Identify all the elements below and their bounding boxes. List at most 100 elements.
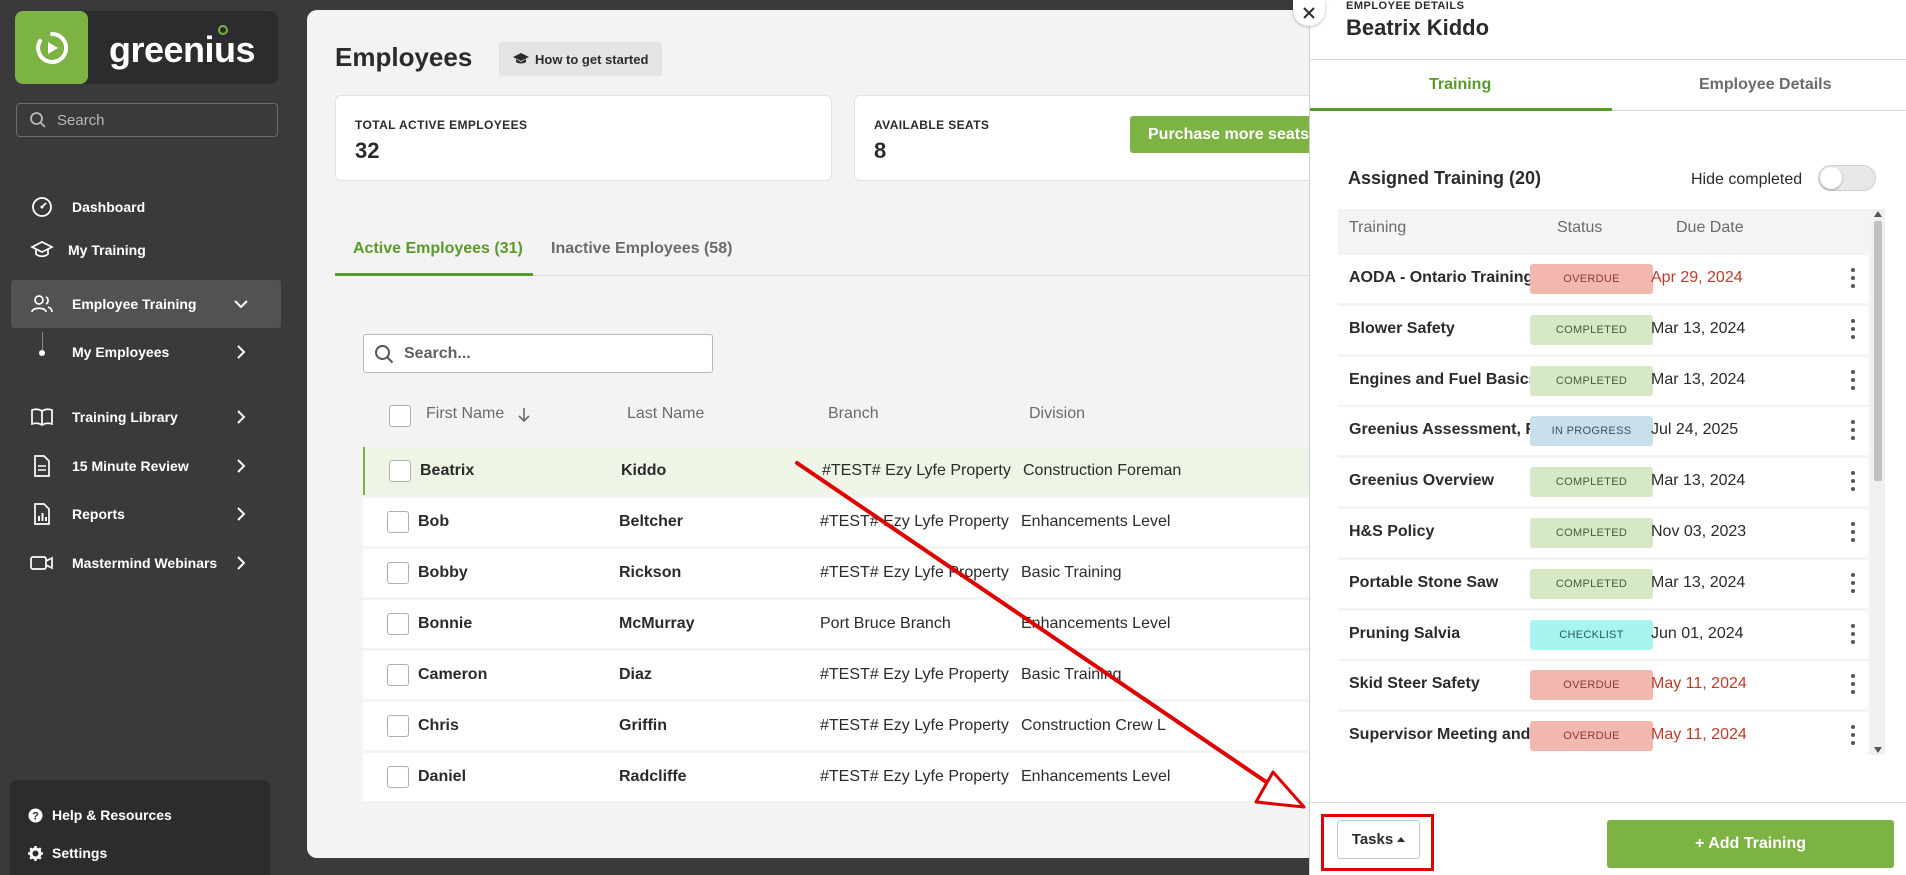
training-row[interactable]: Greenius Overview COMPLETED Mar 13, 2024 <box>1338 458 1868 506</box>
table-row[interactable]: Bobby Rickson #TEST# Ezy Lyfe Property Basi… <box>363 549 1317 597</box>
sidebar-item-my-training[interactable]: My Training <box>0 226 280 274</box>
table-row[interactable]: Bonnie McMurray Port Bruce Branch Enhanceme… <box>363 600 1317 648</box>
employee-table-header: First Name Last Name Branch Division <box>363 393 1317 431</box>
row-checkbox[interactable] <box>387 613 409 635</box>
sidebar-item-label: Dashboard <box>72 199 146 215</box>
hide-completed-toggle[interactable] <box>1818 165 1876 191</box>
sidebar-item-mastermind-webinars[interactable]: Mastermind Webinars <box>0 539 280 587</box>
training-row[interactable]: Portable Stone Saw COMPLETED Mar 13, 2024 <box>1338 560 1868 608</box>
scroll-down-icon[interactable] <box>1874 747 1882 753</box>
sidebar-search-input[interactable]: Search <box>16 103 278 137</box>
more-options-icon[interactable] <box>1850 268 1856 288</box>
how-to-get-started-button[interactable]: How to get started <box>499 42 663 76</box>
more-options-icon[interactable] <box>1850 674 1856 694</box>
due-date: Mar 13, 2024 <box>1651 472 1746 489</box>
svg-text:?: ? <box>32 810 39 822</box>
due-date: May 11, 2024 <box>1651 675 1747 692</box>
training-table-scrollbar[interactable] <box>1871 209 1885 755</box>
training-row[interactable]: H&S Policy COMPLETED Nov 03, 2023 <box>1338 509 1868 557</box>
sidebar-item-employee-training[interactable]: Employee Training <box>11 280 281 328</box>
status-badge: COMPLETED <box>1530 467 1653 497</box>
employee-search-input[interactable]: Search... <box>363 334 713 373</box>
sidebar-item-label: Training Library <box>72 409 178 425</box>
training-row[interactable]: AODA - Ontario Training OVERDUE Apr 29, 20… <box>1338 255 1868 303</box>
logo[interactable]: greenius <box>15 11 278 84</box>
training-row[interactable]: Engines and Fuel Basics COMPLETED Mar 13, … <box>1338 357 1868 405</box>
purchase-more-seats-button[interactable]: Purchase more seats <box>1130 116 1317 153</box>
add-training-button[interactable]: + Add Training <box>1607 820 1894 868</box>
training-name: H&S Policy <box>1349 523 1435 540</box>
tab-inactive-employees[interactable]: Inactive Employees (58) <box>551 240 732 258</box>
search-icon <box>30 112 46 128</box>
training-row[interactable]: Supervisor Meeting and ... OVERDUE May 11,… <box>1338 712 1868 755</box>
scroll-up-icon[interactable] <box>1874 211 1882 217</box>
training-name: Skid Steer Safety <box>1349 675 1480 692</box>
employee-search-placeholder: Search... <box>404 344 471 362</box>
tab-training[interactable]: Training <box>1429 76 1491 94</box>
gear-icon <box>28 845 43 861</box>
main-content: Employees How to get started TOTAL ACTIV… <box>307 10 1317 858</box>
cell-first-name: Beatrix <box>420 462 475 479</box>
status-badge: OVERDUE <box>1530 721 1653 751</box>
page-title: Employees <box>335 42 473 72</box>
brand-dot-icon <box>218 25 228 35</box>
training-name: Greenius Overview <box>1349 472 1494 489</box>
training-name: Greenius Assessment, R... <box>1349 421 1551 438</box>
row-checkbox[interactable] <box>387 562 409 584</box>
table-row[interactable]: Beatrix Kiddo #TEST# Ezy Lyfe Property Cons… <box>363 447 1317 495</box>
training-name: Engines and Fuel Basics <box>1349 371 1538 388</box>
training-row[interactable]: Skid Steer Safety OVERDUE May 11, 2024 <box>1338 661 1868 709</box>
column-last-name[interactable]: Last Name <box>627 405 704 423</box>
column-status: Status <box>1557 219 1603 236</box>
select-all-checkbox[interactable] <box>389 405 411 427</box>
row-checkbox[interactable] <box>387 766 409 788</box>
help-resources-link[interactable]: ? Help & Resources <box>28 807 172 823</box>
available-seats-label: AVAILABLE SEATS <box>874 118 990 132</box>
table-row[interactable]: Chris Griffin #TEST# Ezy Lyfe Property Cons… <box>363 702 1317 750</box>
sidebar-item-15-minute-review[interactable]: 15 Minute Review <box>0 442 280 490</box>
cell-first-name: Cameron <box>418 666 488 683</box>
row-checkbox[interactable] <box>387 511 409 533</box>
training-row[interactable]: Pruning Salvia CHECKLIST Jun 01, 2024 <box>1338 611 1868 659</box>
sidebar-item-label: My Training <box>68 242 146 258</box>
column-division[interactable]: Division <box>1029 405 1085 423</box>
training-row[interactable]: Blower Safety COMPLETED Mar 13, 2024 <box>1338 306 1868 354</box>
scrollbar-thumb[interactable] <box>1874 221 1882 481</box>
due-date: Apr 29, 2024 <box>1651 269 1743 286</box>
sidebar-item-my-employees[interactable]: My Employees <box>0 328 280 376</box>
more-options-icon[interactable] <box>1850 420 1856 440</box>
more-options-icon[interactable] <box>1850 471 1856 491</box>
more-options-icon[interactable] <box>1850 522 1856 542</box>
status-badge: COMPLETED <box>1530 569 1653 599</box>
tab-employee-details[interactable]: Employee Details <box>1699 76 1832 94</box>
column-first-name[interactable]: First Name <box>426 405 504 423</box>
cell-division: Enhancements Level <box>1021 513 1171 530</box>
row-checkbox[interactable] <box>387 664 409 686</box>
cell-first-name: Bobby <box>418 564 468 581</box>
more-options-icon[interactable] <box>1850 370 1856 390</box>
sidebar-item-training-library[interactable]: Training Library <box>0 393 280 441</box>
tab-active-employees[interactable]: Active Employees (31) <box>353 240 523 258</box>
sidebar-item-dashboard[interactable]: Dashboard <box>0 183 280 231</box>
table-row[interactable]: Bob Beltcher #TEST# Ezy Lyfe Property Enhan… <box>363 498 1317 546</box>
table-row[interactable]: Cameron Diaz #TEST# Ezy Lyfe Property Basic… <box>363 651 1317 699</box>
column-branch[interactable]: Branch <box>828 405 879 423</box>
sidebar-item-reports[interactable]: Reports <box>0 490 280 538</box>
more-options-icon[interactable] <box>1850 319 1856 339</box>
sort-arrow-down-icon[interactable] <box>517 407 531 423</box>
more-options-icon[interactable] <box>1850 624 1856 644</box>
settings-link[interactable]: Settings <box>28 845 107 861</box>
cell-last-name: Griffin <box>619 717 667 734</box>
row-checkbox[interactable] <box>389 460 411 482</box>
table-row[interactable]: Daniel Radcliffe #TEST# Ezy Lyfe Property E… <box>363 753 1317 801</box>
row-checkbox[interactable] <box>387 715 409 737</box>
more-options-icon[interactable] <box>1850 573 1856 593</box>
employee-tabs: Active Employees (31) Inactive Employees… <box>335 220 1317 276</box>
cell-first-name: Bonnie <box>418 615 473 632</box>
training-row[interactable]: Greenius Assessment, R... IN PROGRESS Jul … <box>1338 407 1868 455</box>
tasks-button[interactable]: Tasks <box>1337 820 1420 859</box>
due-date: Jul 24, 2025 <box>1651 421 1739 438</box>
sidebar-footer: ? Help & Resources Settings <box>10 780 270 875</box>
training-table: Training Status Due Date AODA - Ontario … <box>1338 209 1885 755</box>
more-options-icon[interactable] <box>1850 725 1856 745</box>
